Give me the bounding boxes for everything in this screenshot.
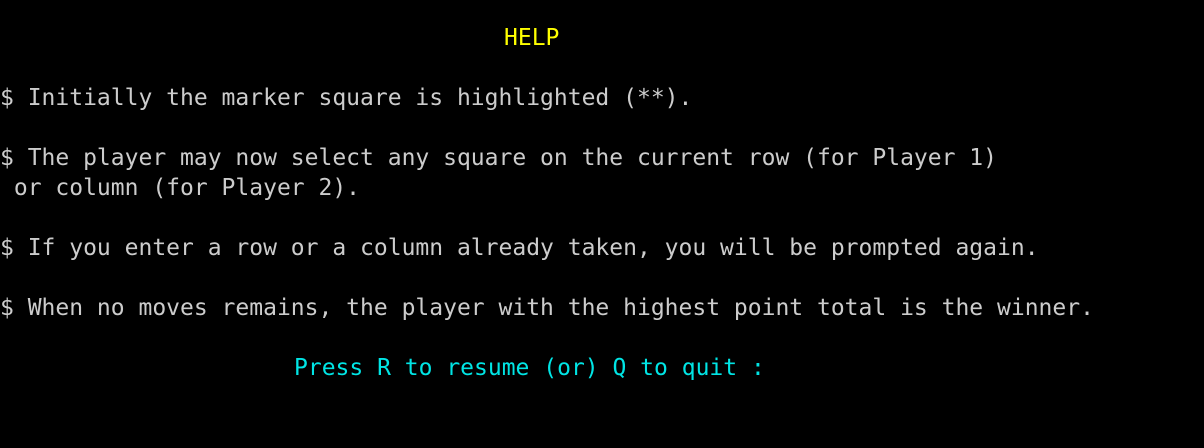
help-line-already-taken: $ If you enter a row or a column already… bbox=[0, 235, 1039, 261]
resume-quit-prompt[interactable]: Press R to resume (or) Q to quit : bbox=[294, 353, 765, 383]
help-line-winner: $ When no moves remains, the player with… bbox=[0, 295, 1094, 321]
help-line-select-square: $ The player may now select any square o… bbox=[0, 145, 997, 171]
help-line-initial-marker: $ Initially the marker square is highlig… bbox=[0, 85, 693, 111]
help-line-select-square-cont: or column (for Player 2). bbox=[0, 175, 361, 201]
help-title: HELP bbox=[504, 25, 560, 51]
